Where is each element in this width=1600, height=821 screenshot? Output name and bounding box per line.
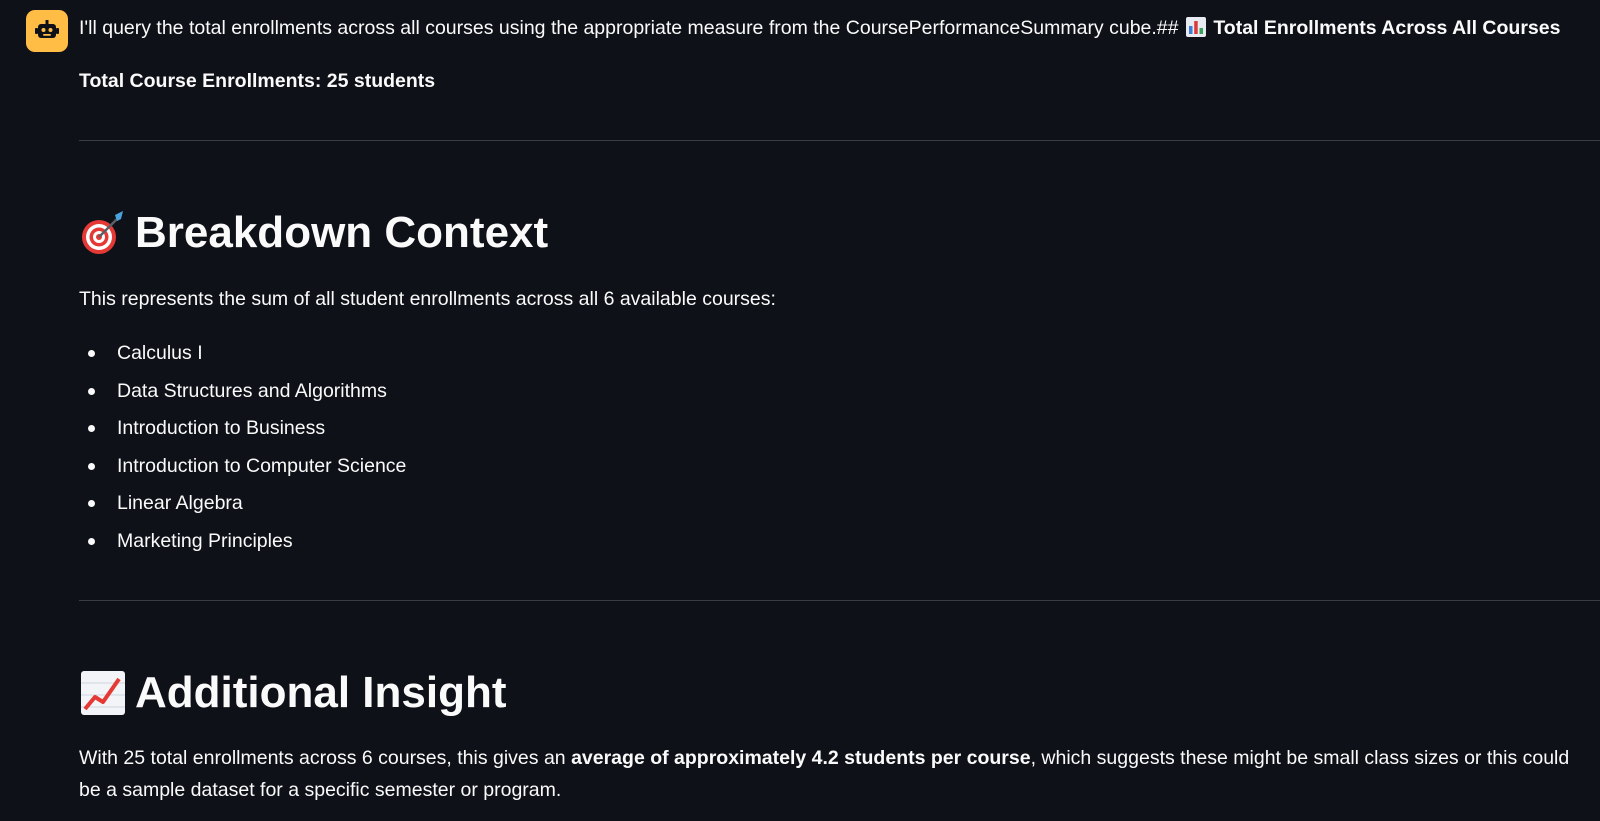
insight-title: Additional Insight bbox=[135, 668, 507, 717]
divider bbox=[79, 140, 1600, 141]
course-list: Calculus I Data Structures and Algorithm… bbox=[79, 338, 406, 563]
insight-heading: Additional Insight bbox=[79, 665, 507, 721]
breakdown-description: This represents the sum of all student e… bbox=[79, 288, 776, 310]
bar-chart-icon bbox=[1185, 17, 1206, 37]
list-item: Introduction to Business bbox=[79, 413, 406, 451]
intro-line: I'll query the total enrollments across … bbox=[79, 14, 1560, 42]
chart-increasing-icon bbox=[81, 671, 125, 715]
assistant-avatar bbox=[26, 10, 68, 52]
list-item: Calculus I bbox=[79, 338, 406, 376]
insight-paragraph: With 25 total enrollments across 6 cours… bbox=[79, 742, 1589, 806]
assistant-chat-message: I'll query the total enrollments across … bbox=[0, 0, 1600, 821]
insight-highlight: average of approximately 4.2 students pe… bbox=[571, 747, 1031, 769]
target-dart-icon bbox=[82, 211, 123, 254]
breakdown-title: Breakdown Context bbox=[135, 208, 549, 257]
list-item: Linear Algebra bbox=[79, 488, 406, 526]
breakdown-heading: Breakdown Context bbox=[79, 205, 548, 261]
intro-heading: Total Enrollments Across All Courses bbox=[1213, 17, 1561, 39]
insight-text-start: With 25 total enrollments across 6 cours… bbox=[79, 747, 572, 769]
intro-text: I'll query the total enrollments across … bbox=[79, 17, 1179, 39]
list-item: Introduction to Computer Science bbox=[79, 451, 406, 489]
list-item: Data Structures and Algorithms bbox=[79, 376, 406, 414]
enrollment-summary: Total Course Enrollments: 25 students bbox=[79, 70, 436, 92]
robot-icon bbox=[35, 20, 59, 38]
divider bbox=[79, 600, 1600, 601]
list-item: Marketing Principles bbox=[79, 526, 406, 564]
